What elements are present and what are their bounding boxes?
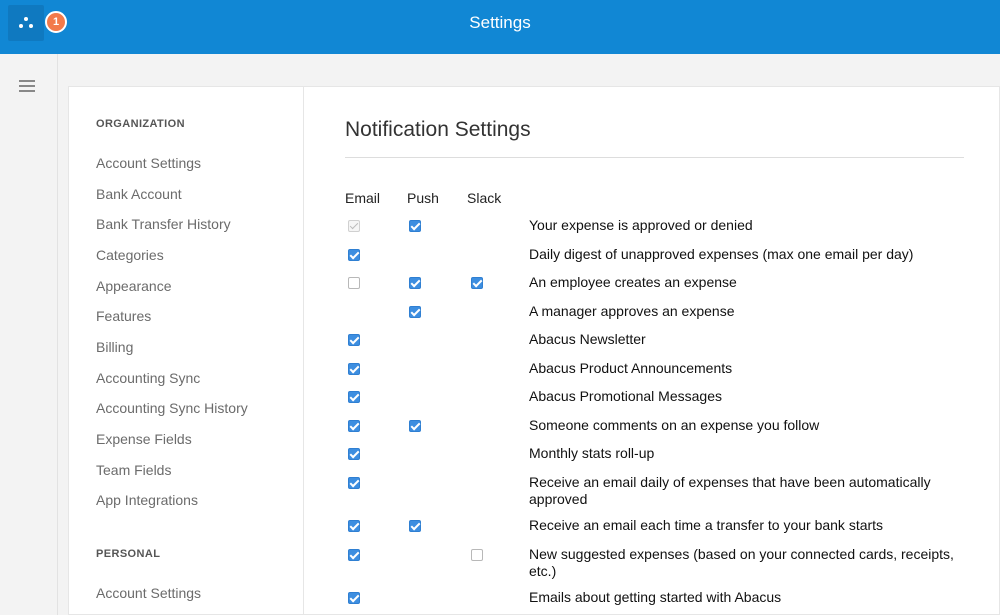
email-checkbox[interactable] xyxy=(348,420,360,432)
left-rail xyxy=(0,54,58,615)
email-checkbox[interactable] xyxy=(348,448,360,460)
page-header-title: Settings xyxy=(469,13,531,32)
hamburger-menu-icon[interactable] xyxy=(19,80,35,92)
email-checkbox[interactable] xyxy=(348,249,360,261)
notification-row-label: An employee creates an expense xyxy=(529,274,737,290)
notification-row-label: Your expense is approved or denied xyxy=(529,217,753,233)
settings-panel: ORGANIZATION Account Settings Bank Accou… xyxy=(68,86,1000,615)
section-label-organization: ORGANIZATION xyxy=(96,118,185,130)
email-checkbox[interactable] xyxy=(348,277,360,289)
section-label-personal: PERSONAL xyxy=(96,548,161,560)
email-checkbox[interactable] xyxy=(348,549,360,561)
column-header-slack: Slack xyxy=(467,190,502,206)
column-header-push: Push xyxy=(407,190,439,206)
sidebar-item-appearance[interactable]: Appearance xyxy=(96,278,172,294)
notification-row-label: Emails about getting started with Abacus xyxy=(529,589,782,605)
settings-sidebar: ORGANIZATION Account Settings Bank Accou… xyxy=(69,87,304,614)
sidebar-item-billing[interactable]: Billing xyxy=(96,339,133,355)
push-checkbox[interactable] xyxy=(409,220,421,232)
notification-row-label: Receive an email daily of expenses that … xyxy=(529,474,931,507)
top-bar: 1 Settings xyxy=(0,0,1000,54)
notification-row-label: Abacus Newsletter xyxy=(529,331,646,347)
notification-row-label: Abacus Product Announcements xyxy=(529,360,733,376)
email-checkbox[interactable] xyxy=(348,592,360,604)
sidebar-item-expense-fields[interactable]: Expense Fields xyxy=(96,431,192,447)
email-checkbox[interactable] xyxy=(348,520,360,532)
email-checkbox[interactable] xyxy=(348,363,360,375)
page-title: Notification Settings xyxy=(345,118,531,141)
notification-row-label: Abacus Promotional Messages xyxy=(529,388,722,404)
sidebar-item-team-fields[interactable]: Team Fields xyxy=(96,462,171,478)
slack-checkbox[interactable] xyxy=(471,277,483,289)
slack-checkbox[interactable] xyxy=(471,549,483,561)
notification-row-label: Monthly stats roll-up xyxy=(529,445,655,461)
push-checkbox[interactable] xyxy=(409,277,421,289)
notification-row-label: Daily digest of unapproved expenses (max… xyxy=(529,246,914,262)
sidebar-item-bank-account[interactable]: Bank Account xyxy=(96,186,182,202)
sidebar-item-accounting-sync[interactable]: Accounting Sync xyxy=(96,370,200,386)
notification-row-label: Someone comments on an expense you follo… xyxy=(529,417,820,433)
email-checkbox[interactable] xyxy=(348,391,360,403)
notification-row-label: A manager approves an expense xyxy=(529,303,735,319)
sidebar-item-account-settings[interactable]: Account Settings xyxy=(96,155,201,171)
notification-row-label: New suggested expenses (based on your co… xyxy=(529,546,954,579)
push-checkbox[interactable] xyxy=(409,420,421,432)
sidebar-item-categories[interactable]: Categories xyxy=(96,247,164,263)
notification-row-label: Receive an email each time a transfer to… xyxy=(529,517,884,533)
sidebar-item-features[interactable]: Features xyxy=(96,308,151,324)
sidebar-item-bank-transfer-history[interactable]: Bank Transfer History xyxy=(96,216,231,232)
push-checkbox[interactable] xyxy=(409,306,421,318)
push-checkbox[interactable] xyxy=(409,520,421,532)
notification-settings-content: Notification Settings Email Push Slack Y… xyxy=(345,87,965,614)
sidebar-item-accounting-sync-history[interactable]: Accounting Sync History xyxy=(96,400,248,416)
email-checkbox xyxy=(348,220,360,232)
email-checkbox[interactable] xyxy=(348,334,360,346)
title-divider xyxy=(345,157,964,158)
sidebar-item-personal-account-settings[interactable]: Account Settings xyxy=(96,585,201,601)
sidebar-item-app-integrations[interactable]: App Integrations xyxy=(96,492,198,508)
email-checkbox[interactable] xyxy=(348,477,360,489)
column-header-email: Email xyxy=(345,190,381,206)
